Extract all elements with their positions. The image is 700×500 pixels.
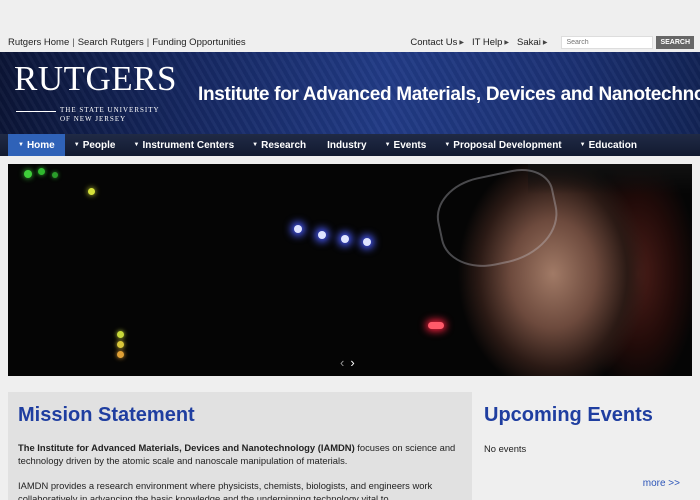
yellow-light [117, 331, 124, 338]
yellow-light [117, 341, 124, 348]
sakai-link[interactable]: Sakai ▶ [517, 37, 547, 48]
utility-right: Contact Us ▶ IT Help ▶ Sakai ▶ SEARCH [410, 36, 694, 49]
blue-light [294, 225, 302, 233]
site-title: Institute for Advanced Materials, Device… [198, 84, 700, 105]
funding-opportunities-link[interactable]: Funding Opportunities [152, 37, 245, 48]
nav-proposal-development[interactable]: ▼ Proposal Development [435, 134, 570, 156]
logo-rule [16, 111, 56, 112]
header-banner: RUTGERS THE STATE UNIVERSITY OF NEW JERS… [0, 52, 700, 134]
nav-industry-label: Industry [327, 139, 367, 151]
rutgers-logo[interactable]: RUTGERS THE STATE UNIVERSITY OF NEW JERS… [14, 59, 177, 123]
sakai-label: Sakai [517, 37, 541, 48]
nav-education[interactable]: ▼ Education [571, 134, 646, 156]
it-help-link[interactable]: IT Help ▶ [472, 37, 509, 48]
green-light [24, 170, 32, 178]
nav-events[interactable]: ▼ Events [376, 134, 436, 156]
it-help-label: IT Help [471, 37, 503, 48]
utility-bar: Rutgers Home | Search Rutgers | Funding Oppo… [0, 0, 700, 52]
nav-instrument-centers[interactable]: ▼ Instrument Centers [125, 134, 244, 156]
nav-industry[interactable]: Industry [315, 134, 375, 156]
blue-light [318, 231, 326, 239]
dropdown-arrow-icon: ▼ [133, 142, 140, 148]
upcoming-events-panel: Upcoming Events No events more >> [484, 392, 692, 500]
search-input[interactable] [561, 36, 654, 49]
separator: | [72, 37, 75, 48]
dropdown-arrow-icon: ▼ [252, 142, 259, 148]
search-rutgers-link[interactable]: Search Rutgers [78, 37, 144, 48]
utility-links: Rutgers Home | Search Rutgers | Funding Oppo… [8, 37, 246, 48]
green-light [38, 168, 45, 175]
red-light [428, 322, 444, 329]
caret-right-icon: ▶ [504, 40, 510, 46]
previous-slide-button[interactable]: ‹ [340, 356, 344, 370]
nav-research[interactable]: ▼ Research [243, 134, 315, 156]
rutgers-home-link[interactable]: Rutgers Home [8, 37, 69, 48]
search-button[interactable]: SEARCH [656, 36, 694, 49]
nav-proposal-development-label: Proposal Development [453, 139, 562, 151]
dropdown-arrow-icon: ▼ [384, 142, 391, 148]
green-light [52, 172, 58, 178]
separator: | [146, 37, 150, 48]
blue-light [363, 238, 371, 246]
logo-wordmark: RUTGERS [14, 59, 177, 98]
logo-subtitle-2: OF NEW JERSEY [60, 115, 127, 123]
nav-home-label: Home [26, 139, 55, 151]
logo-subtitle-1: THE STATE UNIVERSITY [60, 106, 160, 114]
slideshow-controls: ‹ › [340, 356, 355, 370]
contact-us-link[interactable]: Contact Us ▶ [410, 37, 464, 48]
nav-instrument-centers-label: Instrument Centers [142, 139, 235, 151]
mission-paragraph-1: The Institute for Advanced Materials, De… [18, 441, 462, 467]
nav-people-label: People [82, 139, 116, 151]
yellow-light [88, 188, 95, 195]
nav-education-label: Education [588, 139, 637, 151]
main-nav: ▼ Home ▼ People ▼ Instrument Centers ▼ Resea… [0, 134, 700, 156]
nav-home[interactable]: ▼ Home [8, 134, 65, 156]
mission-title: Mission Statement [18, 404, 195, 426]
caret-right-icon: ▶ [542, 40, 548, 46]
hero-slideshow[interactable]: ‹ › [8, 164, 692, 376]
mission-statement-panel: Mission Statement The Institute for Adva… [8, 392, 472, 500]
mission-lead: The Institute for Advanced Materials, De… [18, 442, 355, 453]
dropdown-arrow-icon: ▼ [18, 142, 24, 148]
next-slide-button[interactable]: › [350, 356, 354, 370]
mission-paragraph-2: IAMDN provides a research environment wh… [18, 480, 433, 500]
events-empty-text: No events [484, 443, 527, 454]
nav-events-label: Events [393, 139, 427, 151]
events-title: Upcoming Events [484, 404, 653, 426]
caret-right-icon: ▶ [459, 40, 464, 46]
orange-light [117, 351, 124, 358]
more-events-link[interactable]: more >> [643, 478, 680, 489]
dropdown-arrow-icon: ▼ [444, 142, 451, 148]
contact-us-label: Contact Us [410, 37, 458, 48]
dropdown-arrow-icon: ▼ [73, 142, 80, 148]
blue-light [341, 235, 349, 243]
nav-people[interactable]: ▼ People [65, 134, 125, 156]
nav-research-label: Research [261, 139, 307, 151]
dropdown-arrow-icon: ▼ [579, 142, 586, 148]
